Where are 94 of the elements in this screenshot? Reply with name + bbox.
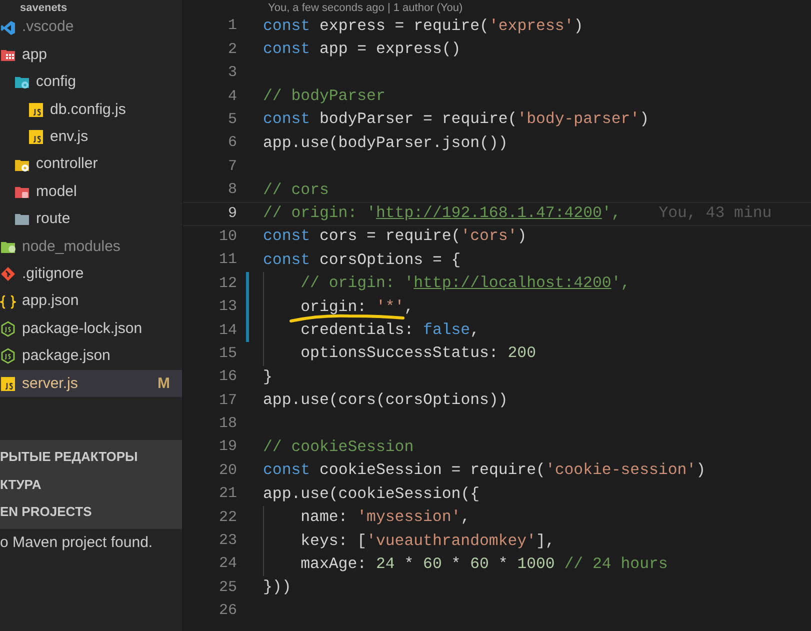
code-line: // origin: 'http://192.168.1.47:4200', <box>263 203 621 224</box>
code-line: maxAge: 24 * 60 * 60 * 1000 // 24 hours <box>300 554 668 575</box>
file-name: env.js <box>50 127 88 147</box>
file-tree-item[interactable]: route <box>0 206 182 234</box>
line-number: 9 <box>226 204 237 224</box>
file-name: route <box>36 209 70 230</box>
file-tree-item[interactable]: package.json <box>0 342 182 370</box>
code-line: credentials: false, <box>300 320 480 341</box>
line-number: 15 <box>218 344 237 364</box>
line-number: 10 <box>218 226 237 247</box>
code-line: const corsOptions = { <box>263 250 461 271</box>
line-number: 24 <box>218 554 237 574</box>
file-tree-item[interactable]: env.js <box>0 124 182 151</box>
js-file-icon <box>28 102 44 118</box>
code-line: app.use(cookieSession({ <box>263 484 480 505</box>
line-number: 26 <box>218 601 237 622</box>
code-line: keys: ['vueauthrandomkey'], <box>300 530 555 552</box>
file-tree-item[interactable]: db.config.js <box>0 96 182 124</box>
file-name: config <box>36 72 76 92</box>
js-file-icon <box>0 376 16 392</box>
file-tree-item[interactable]: app <box>0 41 182 69</box>
line-number: 2 <box>226 40 237 60</box>
maven-message: o Maven project found. <box>0 532 154 553</box>
code-line: const cors = require('cors') <box>263 226 527 248</box>
line-number: 18 <box>218 414 237 434</box>
js-file-icon <box>28 129 44 146</box>
code-line: const app = express() <box>263 39 461 60</box>
line-number: 16 <box>218 367 237 388</box>
file-name: node_modules <box>22 236 120 257</box>
file-name: db.config.js <box>50 100 126 120</box>
code-line: // bodyParser <box>263 86 386 108</box>
line-number: 1 <box>226 16 237 36</box>
line-number: 21 <box>218 484 237 504</box>
modified-status-letter: M <box>158 374 170 394</box>
line-number: 14 <box>218 320 237 341</box>
code-line: app.use(cors(corsOptions)) <box>263 390 508 412</box>
file-name: app.json <box>22 291 79 312</box>
line-number: 13 <box>218 297 237 318</box>
folder-gear-icon <box>14 74 30 90</box>
code-line: // origin: 'http://localhost:4200', <box>300 273 630 294</box>
folder-icon <box>14 211 30 228</box>
code-line: const cookieSession = require('cookie-session') <box>263 460 706 482</box>
file-tree-item[interactable]: .gitignore <box>0 260 182 288</box>
file-name: .vscode <box>22 17 74 38</box>
folder-grid-icon <box>0 47 16 64</box>
file-tree-item[interactable]: package-lock.json <box>0 315 182 343</box>
file-tree-item[interactable]: model <box>0 178 182 206</box>
line-number: 8 <box>226 180 237 200</box>
section-header[interactable]: EN PROJECTS <box>0 498 182 526</box>
file-name: controller <box>36 154 98 174</box>
line-number: 3 <box>226 63 237 84</box>
file-name: package-lock.json <box>22 318 142 339</box>
code-line: name: 'mysession', <box>300 507 470 528</box>
file-name: model <box>36 182 77 202</box>
folder-title: savenets <box>19 2 68 14</box>
file-tree-item[interactable]: .vscode <box>0 14 182 42</box>
line-number: 22 <box>218 508 237 528</box>
code-line: origin: '*', <box>300 296 414 318</box>
line-number: 19 <box>218 437 237 458</box>
code-line: const express = require('express') <box>263 16 584 37</box>
line-number: 12 <box>218 274 237 294</box>
file-name: .gitignore <box>22 264 84 284</box>
braces-icon <box>0 294 16 310</box>
file-name: package.json <box>22 346 110 366</box>
line-number: 25 <box>218 578 237 598</box>
file-tree-item[interactable]: config <box>0 68 182 96</box>
code-line: const bodyParser = require('body-parser') <box>263 109 649 130</box>
code-line: // cors <box>263 180 329 201</box>
file-tree-item[interactable]: controller <box>0 150 182 178</box>
code-line: app.use(bodyParser.json()) <box>263 132 508 154</box>
file-name: server.js <box>22 374 78 394</box>
code-line: // cookieSession <box>263 436 414 458</box>
file-tree-item[interactable]: node_modules <box>0 233 182 261</box>
hexagon-js-icon <box>0 348 16 364</box>
codelens-text[interactable]: You, a few seconds ago | 1 author (You) <box>268 1 463 15</box>
file-name: app <box>22 44 48 65</box>
code-line: } <box>263 366 272 388</box>
blame-annotation: You, 43 minu <box>658 203 772 224</box>
line-number: 7 <box>226 156 237 177</box>
code-line: })) <box>263 577 292 598</box>
line-number: 17 <box>218 390 237 411</box>
line-number: 5 <box>226 110 237 130</box>
section-header[interactable]: КТУРА <box>0 470 182 498</box>
line-number: 4 <box>226 86 237 107</box>
line-number: 23 <box>218 531 237 552</box>
line-number: 20 <box>218 460 237 481</box>
line-number: 6 <box>226 133 237 154</box>
hexagon-js-icon <box>0 320 16 337</box>
section-header[interactable]: РЫТЫЕ РЕДАКТОРЫ <box>0 443 182 471</box>
code-line: optionsSuccessStatus: 200 <box>300 343 536 364</box>
vscode-icon <box>0 20 16 36</box>
file-tree-item[interactable]: app.json <box>0 288 182 316</box>
file-tree-item[interactable]: server.js M <box>0 370 182 398</box>
line-number: 11 <box>218 250 237 270</box>
